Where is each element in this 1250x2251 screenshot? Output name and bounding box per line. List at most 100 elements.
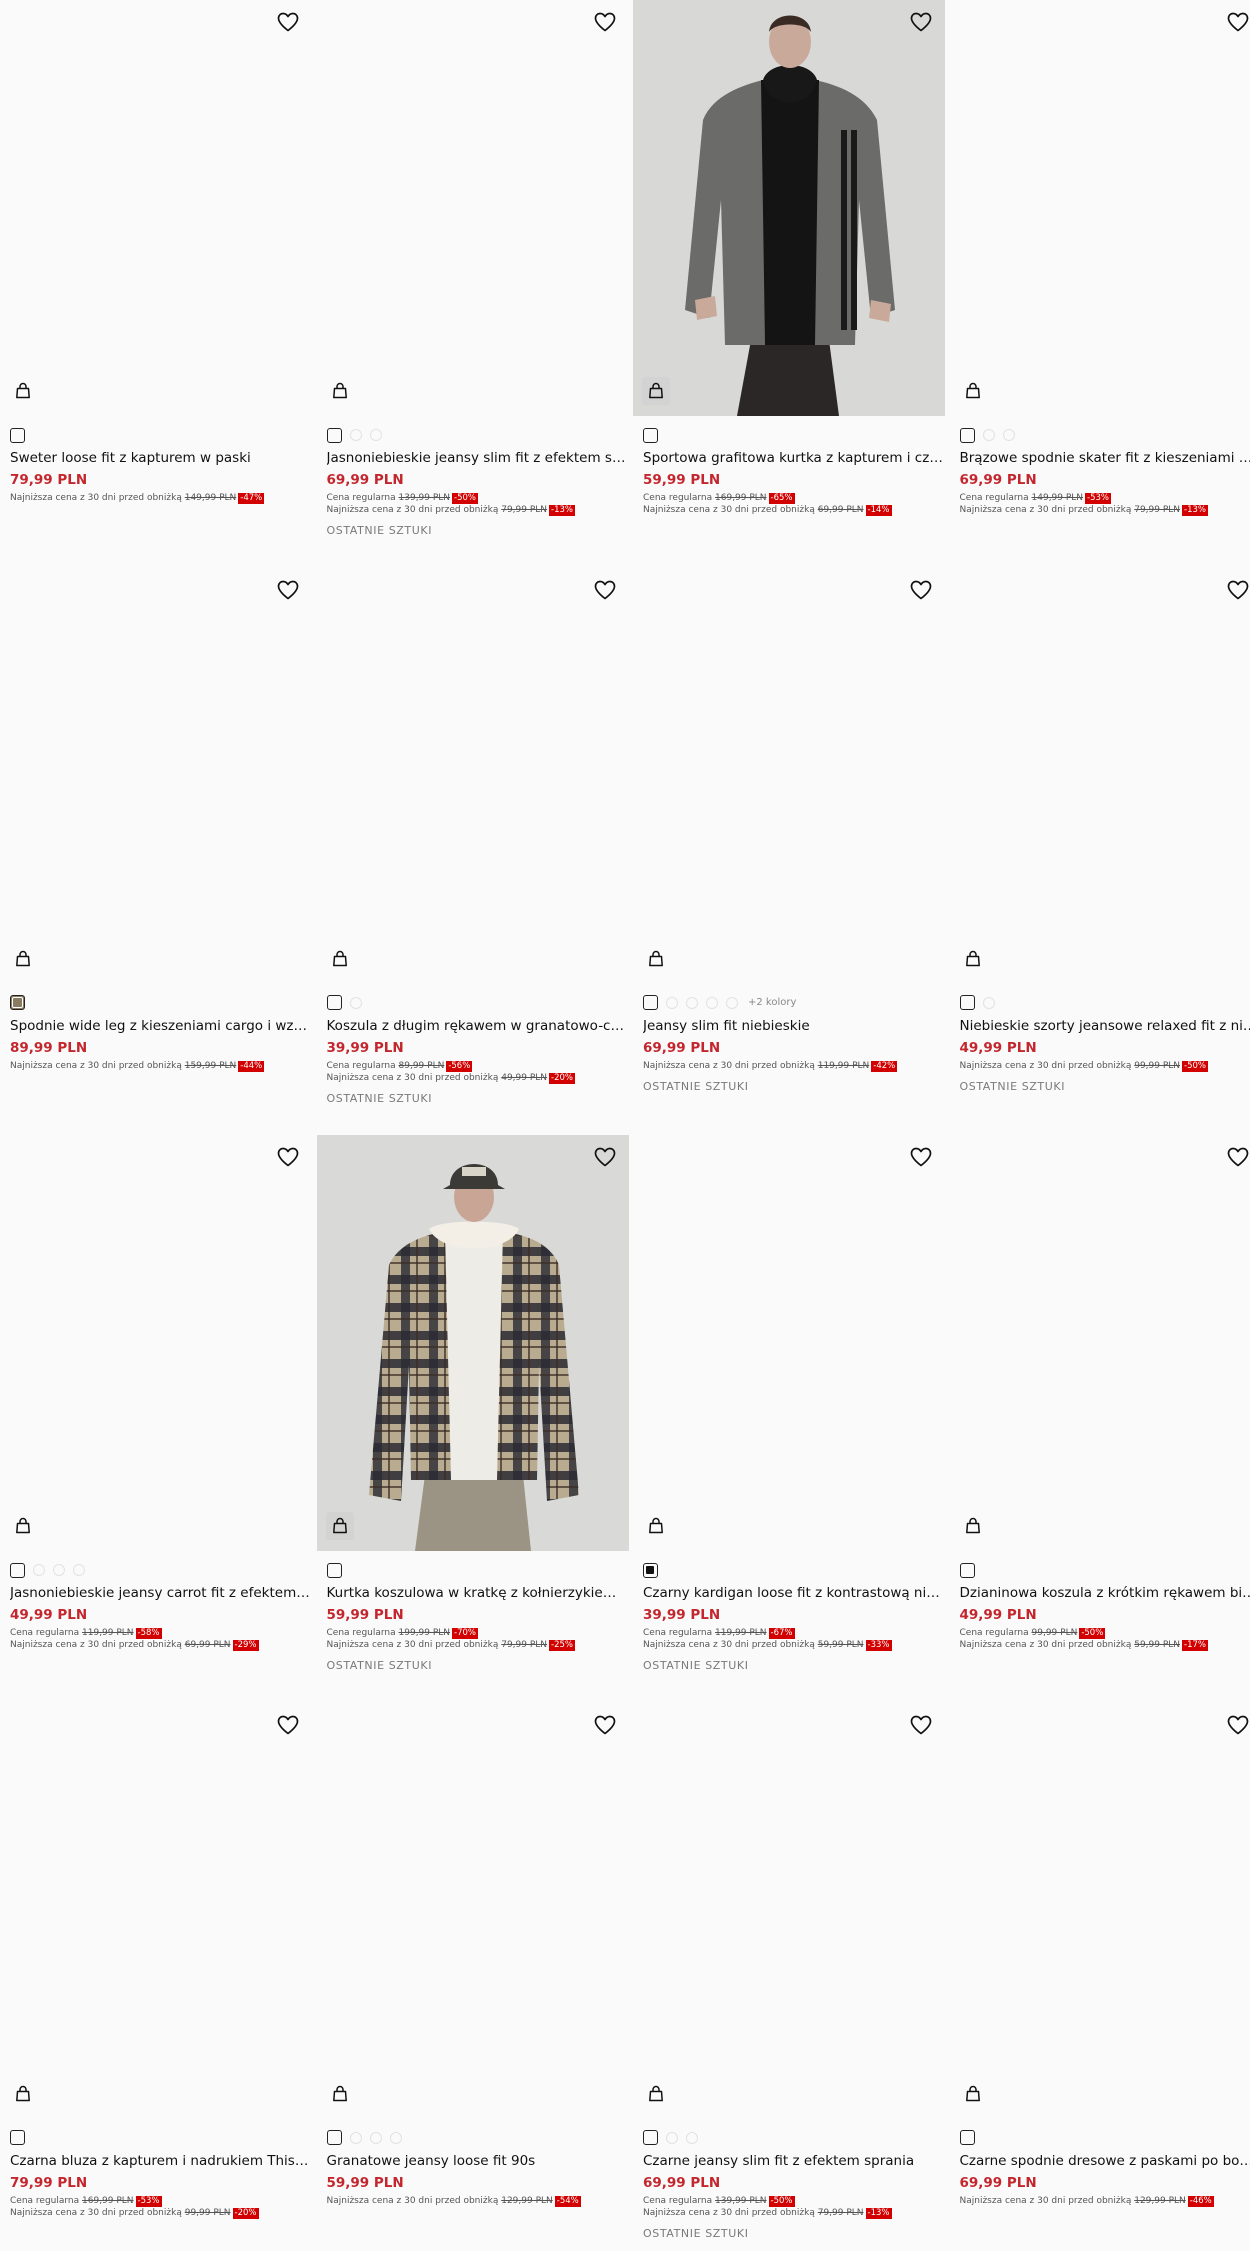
color-swatch-selected[interactable] — [10, 2130, 25, 2145]
color-swatch[interactable] — [726, 996, 738, 1009]
product-image[interactable] — [633, 1702, 945, 2119]
product-name[interactable]: Jasnoniebieskie jeansy slim fit z efekte… — [327, 450, 627, 466]
color-swatch-selected[interactable] — [643, 2130, 658, 2145]
shopping-bag-icon[interactable] — [325, 1512, 354, 1540]
shopping-bag-icon[interactable] — [9, 377, 37, 405]
color-swatch-selected[interactable] — [959, 995, 975, 1010]
shopping-bag-icon[interactable] — [642, 1512, 670, 1540]
color-swatch-selected[interactable] — [326, 2130, 342, 2145]
shopping-bag-icon[interactable] — [326, 945, 354, 973]
color-swatch-selected[interactable] — [10, 1562, 25, 1578]
color-swatch-selected[interactable] — [326, 427, 342, 443]
color-swatch-selected[interactable] — [326, 1562, 342, 1578]
color-swatch[interactable] — [982, 996, 995, 1009]
product-name[interactable]: Czarne spodnie dresowe z paskami po boka… — [960, 2153, 1250, 2169]
heart-icon[interactable] — [1226, 1713, 1250, 1737]
product-image[interactable] — [316, 567, 629, 984]
product-image[interactable] — [633, 1135, 945, 1551]
color-swatch-selected[interactable] — [643, 427, 658, 443]
shopping-bag-icon[interactable] — [9, 1512, 37, 1540]
product-card[interactable]: Brązowe spodnie skater fit z kieszeniami… — [949, 0, 1250, 560]
product-card[interactable]: Czarne spodnie dresowe z paskami po boka… — [949, 1702, 1250, 2251]
product-card[interactable]: Spodnie wide leg z kieszeniami cargo i w… — [0, 567, 312, 1128]
shopping-bag-icon[interactable] — [642, 2080, 670, 2108]
product-name[interactable]: Dzianinowa koszula z krótkim rękawem bia… — [960, 1585, 1250, 1601]
product-card[interactable]: Czarne jeansy slim fit z efektem sprania… — [633, 1702, 945, 2251]
product-card[interactable]: Sportowa grafitowa kurtka z kapturem i c… — [633, 0, 945, 560]
product-image[interactable] — [633, 0, 945, 416]
color-swatch[interactable] — [33, 1564, 45, 1576]
shopping-bag-icon[interactable] — [9, 2080, 37, 2108]
heart-icon[interactable] — [276, 578, 300, 602]
product-name[interactable]: Niebieskie szorty jeansowe relaxed fit z… — [960, 1018, 1250, 1034]
product-card[interactable]: Dzianinowa koszula z krótkim rękawem bia… — [949, 1135, 1250, 1695]
color-swatch[interactable] — [686, 996, 698, 1009]
product-image[interactable] — [949, 1135, 1250, 1551]
shopping-bag-icon[interactable] — [959, 945, 987, 973]
heart-icon[interactable] — [909, 10, 933, 34]
heart-icon[interactable] — [276, 10, 300, 34]
product-card[interactable]: Jasnoniebieskie jeansy slim fit z efekte… — [316, 0, 629, 560]
product-card[interactable]: Sweter loose fit z kapturem w paski 79,99… — [0, 0, 312, 560]
shopping-bag-icon[interactable] — [326, 377, 354, 405]
product-name[interactable]: Brązowe spodnie skater fit z kieszeniami… — [960, 450, 1250, 466]
product-card[interactable]: Granatowe jeansy loose fit 90s 59,99 PLN N… — [316, 1702, 629, 2251]
color-swatch-selected[interactable] — [959, 1562, 975, 1578]
heart-icon[interactable] — [1226, 1145, 1250, 1169]
heart-icon[interactable] — [909, 578, 933, 602]
shopping-bag-icon[interactable] — [959, 1512, 987, 1540]
color-swatch[interactable] — [369, 2131, 382, 2144]
product-image[interactable] — [0, 0, 312, 416]
product-image[interactable] — [633, 567, 945, 984]
color-swatch[interactable] — [349, 429, 362, 441]
product-name[interactable]: Czarna bluza z kapturem i nadrukiem This… — [10, 2153, 310, 2169]
shopping-bag-icon[interactable] — [959, 377, 987, 405]
heart-icon[interactable] — [593, 578, 617, 602]
heart-icon[interactable] — [1226, 10, 1250, 34]
shopping-bag-icon[interactable] — [326, 2080, 354, 2108]
color-swatch[interactable] — [982, 429, 995, 441]
product-name[interactable]: Koszula z długim rękawem w granatowo-cza… — [327, 1018, 627, 1034]
product-image[interactable] — [0, 567, 312, 984]
product-card[interactable]: Czarny kardigan loose fit z kontrastową … — [633, 1135, 945, 1695]
product-name[interactable]: Czarny kardigan loose fit z kontrastową … — [643, 1585, 943, 1601]
color-swatch[interactable] — [706, 996, 718, 1009]
color-swatch[interactable] — [349, 2131, 362, 2144]
product-image[interactable] — [949, 1702, 1250, 2119]
heart-icon[interactable] — [276, 1145, 300, 1169]
color-swatch[interactable] — [666, 996, 678, 1009]
shopping-bag-icon[interactable] — [9, 945, 37, 973]
heart-icon[interactable] — [276, 1713, 300, 1737]
product-image[interactable] — [949, 567, 1250, 984]
color-swatch[interactable] — [369, 429, 382, 441]
heart-icon[interactable] — [909, 1713, 933, 1737]
product-name[interactable]: Granatowe jeansy loose fit 90s — [327, 2153, 627, 2169]
color-swatch-selected[interactable] — [959, 427, 975, 443]
shopping-bag-icon[interactable] — [642, 945, 670, 973]
product-card[interactable]: Niebieskie szorty jeansowe relaxed fit z… — [949, 567, 1250, 1128]
color-swatch-selected[interactable] — [10, 427, 25, 443]
color-swatch[interactable] — [389, 2131, 402, 2144]
product-image[interactable] — [0, 1135, 312, 1551]
heart-icon[interactable] — [1226, 578, 1250, 602]
product-image[interactable] — [316, 1702, 629, 2119]
heart-icon[interactable] — [909, 1145, 933, 1169]
product-image[interactable] — [316, 1135, 629, 1551]
product-name[interactable]: Sportowa grafitowa kurtka z kapturem i c… — [643, 450, 943, 466]
color-swatch[interactable] — [686, 2131, 698, 2144]
product-image[interactable] — [0, 1702, 312, 2119]
product-name[interactable]: Czarne jeansy slim fit z efektem sprania — [643, 2153, 943, 2169]
product-name[interactable]: Jasnoniebieskie jeansy carrot fit z efek… — [10, 1585, 310, 1601]
color-swatch[interactable] — [1002, 429, 1015, 441]
shopping-bag-icon[interactable] — [642, 377, 670, 405]
color-swatch[interactable] — [349, 996, 362, 1009]
color-swatch-selected[interactable] — [326, 995, 342, 1010]
product-name[interactable]: Spodnie wide leg z kieszeniami cargo i w… — [10, 1018, 310, 1034]
product-image[interactable] — [949, 0, 1250, 416]
product-name[interactable]: Sweter loose fit z kapturem w paski — [10, 450, 310, 466]
product-name[interactable]: Jeansy slim fit niebieskie — [643, 1018, 943, 1034]
heart-icon[interactable] — [593, 1713, 617, 1737]
heart-icon[interactable] — [593, 10, 617, 34]
product-card[interactable]: +2 kolory Jeansy slim fit niebieskie 69,99… — [633, 567, 945, 1128]
more-colors-label[interactable]: +2 kolory — [748, 997, 796, 1008]
